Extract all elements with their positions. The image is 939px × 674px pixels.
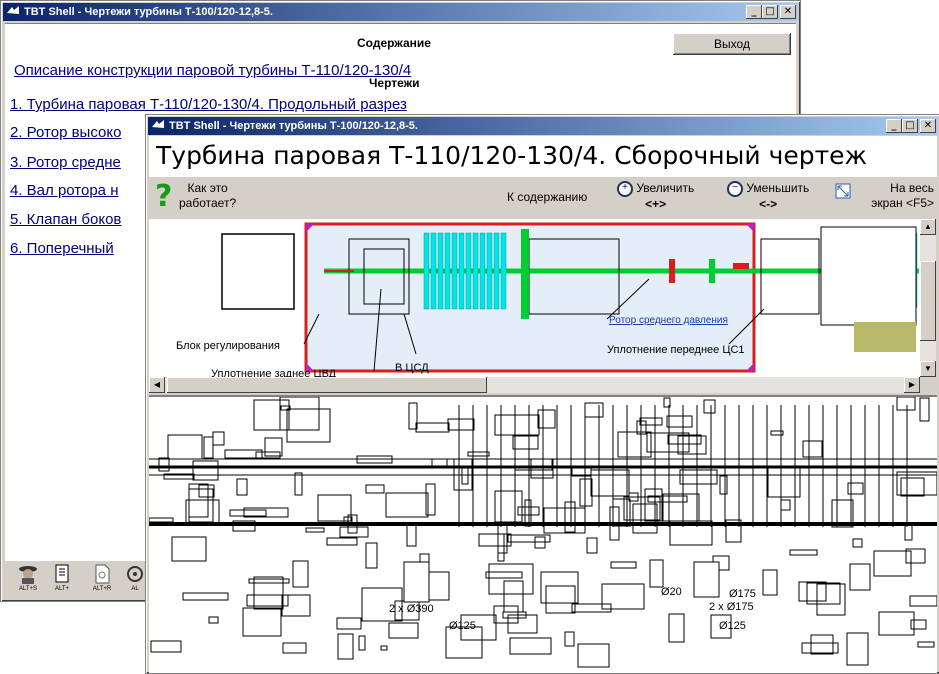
- how-it-works-button[interactable]: Как это работает?: [179, 181, 236, 211]
- description-link[interactable]: Описание конструкции паровой турбины Т-1…: [14, 62, 411, 79]
- shortcut-4[interactable]: AL: [123, 561, 147, 597]
- fullscreen-label: На весь: [890, 181, 934, 195]
- maximize-button[interactable]: □: [762, 5, 778, 19]
- minimize-button[interactable]: _: [886, 119, 902, 133]
- exit-button[interactable]: Выход: [673, 33, 791, 55]
- drawing-link-2[interactable]: 2. Ротор высоко: [10, 124, 121, 141]
- drawing-link-4[interactable]: 4. Вал ротора н: [10, 182, 118, 199]
- front-seal-label: Уплотнение переднее ЦС1: [607, 344, 745, 356]
- dimension-label: Ø175: [729, 588, 756, 600]
- page-title: Турбина паровая Т-110/120-130/4. Сборочн…: [149, 136, 937, 177]
- scroll-right-button[interactable]: ▶: [904, 377, 920, 393]
- scroll-left-button[interactable]: ◀: [149, 377, 165, 393]
- zoom-out-key: <->: [759, 197, 778, 211]
- document-icon: [51, 563, 73, 585]
- dimension-label: Ø125: [719, 620, 746, 632]
- dimension-label: 2 x Ø390: [389, 603, 434, 615]
- minimize-button[interactable]: _: [746, 5, 762, 19]
- gear-icon: [124, 563, 146, 585]
- how-it-works-line2: работает?: [179, 196, 237, 210]
- shortcut-2-label: ALT+: [54, 586, 70, 592]
- help-icon[interactable]: ?: [155, 180, 173, 214]
- scroll-down-button[interactable]: ▼: [920, 361, 936, 377]
- how-it-works-line1: Как это: [187, 181, 228, 195]
- shortcut-4-label: AL: [131, 586, 139, 592]
- zoom-out-label: Уменьшить: [746, 181, 810, 196]
- control-block-label: Блок регулирования: [176, 340, 280, 352]
- drawing-window-titlebar[interactable]: TBT Shell - Чертежи турбины Т-100/120-12…: [148, 117, 938, 135]
- window-title: TBT Shell - Чертежи турбины Т-100/120-12…: [24, 6, 273, 18]
- scroll-up-button[interactable]: ▲: [920, 219, 936, 235]
- zoom-out-button[interactable]: − Уменьшить <->: [727, 181, 809, 212]
- contents-window-titlebar[interactable]: TBT Shell - Чертежи турбины Т-100/120-12…: [3, 3, 798, 21]
- control-block-shape: [221, 233, 295, 310]
- user-hat-icon: [17, 563, 39, 585]
- vertical-scrollbar[interactable]: ▲ ▼: [920, 219, 936, 377]
- drawing-toolbar: ? Как это работает? К содержанию + Увели…: [149, 177, 937, 219]
- shortcut-3[interactable]: ALT+R: [85, 561, 119, 597]
- vertical-scroll-thumb[interactable]: [920, 261, 936, 341]
- close-button[interactable]: ✕: [780, 5, 796, 19]
- shortcut-3-label: ALT+R: [92, 586, 112, 592]
- dimension-label: 2 x Ø175: [709, 601, 754, 613]
- close-button[interactable]: ✕: [920, 119, 936, 133]
- assembly-drawing[interactable]: 2 x Ø390 Ø125 Ø20 2 x Ø175 Ø175 Ø125: [149, 395, 937, 673]
- to-contents-button[interactable]: К содержанию: [507, 190, 587, 205]
- contents-heading: Содержание: [357, 36, 431, 50]
- fullscreen-icon: [835, 183, 851, 203]
- dimension-label: Ø125: [449, 620, 476, 632]
- zoom-in-button[interactable]: + Увеличить <+>: [617, 181, 694, 212]
- turbine-schematic[interactable]: Блок регулирования Уплотнение заднее ЦВД…: [149, 219, 920, 377]
- zoom-in-key: <+>: [645, 197, 667, 211]
- drawing-link-1[interactable]: 1. Турбина паровая Т-110/120-130/4. Прод…: [10, 96, 407, 113]
- drawing-link-6[interactable]: 6. Поперечный: [10, 240, 114, 257]
- horizontal-scrollbar[interactable]: ◀ ▶: [149, 377, 920, 393]
- shortcut-1-label: ALT+S: [18, 586, 38, 592]
- zoom-in-label: Увеличить: [636, 181, 695, 196]
- dimension-label: Ø20: [661, 586, 682, 598]
- drawing-link-3[interactable]: 3. Ротор средне: [10, 154, 121, 171]
- horizontal-scroll-thumb[interactable]: [167, 377, 487, 393]
- page-icon: [91, 563, 113, 585]
- drawings-heading: Чертежи: [369, 76, 420, 90]
- rear-seal-label: Уплотнение заднее ЦВД: [211, 368, 337, 377]
- zoom-in-icon: +: [617, 181, 633, 197]
- app-icon: [151, 117, 165, 135]
- drawing-window: TBT Shell - Чертежи турбины Т-100/120-12…: [145, 114, 939, 674]
- shortcut-1[interactable]: ALT+S: [11, 561, 45, 597]
- zoom-out-icon: −: [727, 181, 743, 197]
- rotor-link[interactable]: Ротор среднего давления: [609, 315, 728, 326]
- drawing-link-5[interactable]: 5. Клапан боков: [10, 211, 121, 228]
- app-icon: [6, 3, 20, 21]
- maximize-button[interactable]: □: [902, 119, 918, 133]
- fullscreen-button[interactable]: На весь экран <F5>: [835, 181, 934, 211]
- to-csd-label: В ЦСД: [395, 362, 429, 374]
- shortcut-2[interactable]: ALT+: [45, 561, 79, 597]
- window-title: TBT Shell - Чертежи турбины Т-100/120-12…: [169, 120, 418, 132]
